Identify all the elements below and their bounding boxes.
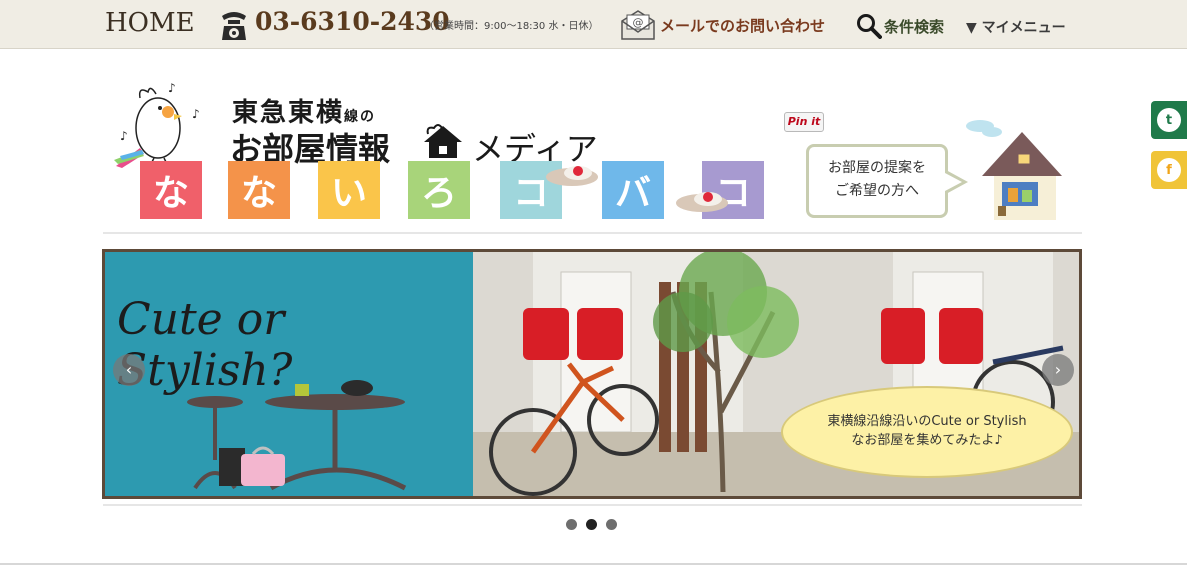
svg-text:♪: ♪ <box>168 81 176 95</box>
table-chairs-illustration-icon <box>187 380 407 491</box>
telephone-icon <box>222 12 246 40</box>
logo-tile: ろ <box>408 161 470 219</box>
slipper-icon <box>546 166 598 186</box>
svg-text:♪: ♪ <box>120 129 128 143</box>
slider-prev-button[interactable]: ‹ <box>113 354 145 386</box>
page-bottom-border <box>0 563 1187 565</box>
facebook-icon: f <box>1157 158 1181 182</box>
top-bar: HOME 03-6310-2430 （営業時間：9:00〜18:30 水・日休）… <box>0 0 1187 49</box>
pinterest-pin-button[interactable]: Pin it <box>784 112 824 132</box>
mail-icon[interactable]: @ <box>620 9 656 41</box>
slipper-icon <box>676 192 728 212</box>
search-icon[interactable] <box>856 13 882 39</box>
cockatiel-mascot-icon: ♪ ♪ ♪ <box>114 81 200 168</box>
logo-tiles: なないろコバコ <box>140 161 770 219</box>
phone-number[interactable]: 03-6310-2430 <box>255 7 450 36</box>
twitter-share-button[interactable]: t <box>1151 101 1187 139</box>
bubble-tail-inner <box>945 173 962 191</box>
divider-bottom <box>103 504 1082 506</box>
svg-text:@: @ <box>633 16 644 29</box>
slide-caption-line1: 東横線沿線沿いのCute or Stylish <box>827 414 1027 429</box>
hero-slider[interactable]: Cute or Stylish? ‹ › 東横線沿線沿いのCute or Sty… <box>102 249 1082 499</box>
my-menu-dropdown[interactable]: ▼ マイメニュー <box>966 17 1066 37</box>
house-icon <box>424 124 462 158</box>
slide-left-panel: Cute or Stylish? <box>105 252 473 496</box>
business-hours: （営業時間：9:00〜18:30 水・日休） <box>424 21 599 32</box>
room-proposal-bubble[interactable]: お部屋の提案を ご希望の方へ <box>806 144 948 218</box>
slider-dot[interactable] <box>566 519 577 530</box>
home-link[interactable]: HOME <box>105 8 195 38</box>
slide-caption: 東横線沿線沿いのCute or Stylish なお部屋を集めてみたよ♪ <box>781 386 1073 478</box>
house-illustration-icon[interactable] <box>964 118 1076 222</box>
svg-text:♪: ♪ <box>192 107 200 121</box>
logo-tile: な <box>140 161 202 219</box>
condition-search-link[interactable]: 条件検索 <box>884 16 944 37</box>
logo-tile: バ <box>602 161 664 219</box>
slider-next-button[interactable]: › <box>1042 354 1074 386</box>
slider-dot[interactable] <box>606 519 617 530</box>
twitter-icon: t <box>1157 108 1181 132</box>
slider-pagination <box>566 519 620 531</box>
slider-dot[interactable] <box>586 519 597 530</box>
facebook-share-button[interactable]: f <box>1151 151 1187 189</box>
logo-tile: な <box>228 161 290 219</box>
slide-caption-line2: なお部屋を集めてみたよ♪ <box>851 433 1003 448</box>
divider-top <box>103 232 1082 234</box>
logo-tile: い <box>318 161 380 219</box>
proposal-line2: ご希望の方へ <box>835 183 919 199</box>
mail-contact-link[interactable]: メールでのお問い合わせ <box>660 15 825 36</box>
site-logo[interactable]: ♪ ♪ ♪ 東急東横線の お部屋情報 メディア なないろコバコ <box>104 68 784 224</box>
proposal-line1: お部屋の提案を <box>828 160 926 176</box>
